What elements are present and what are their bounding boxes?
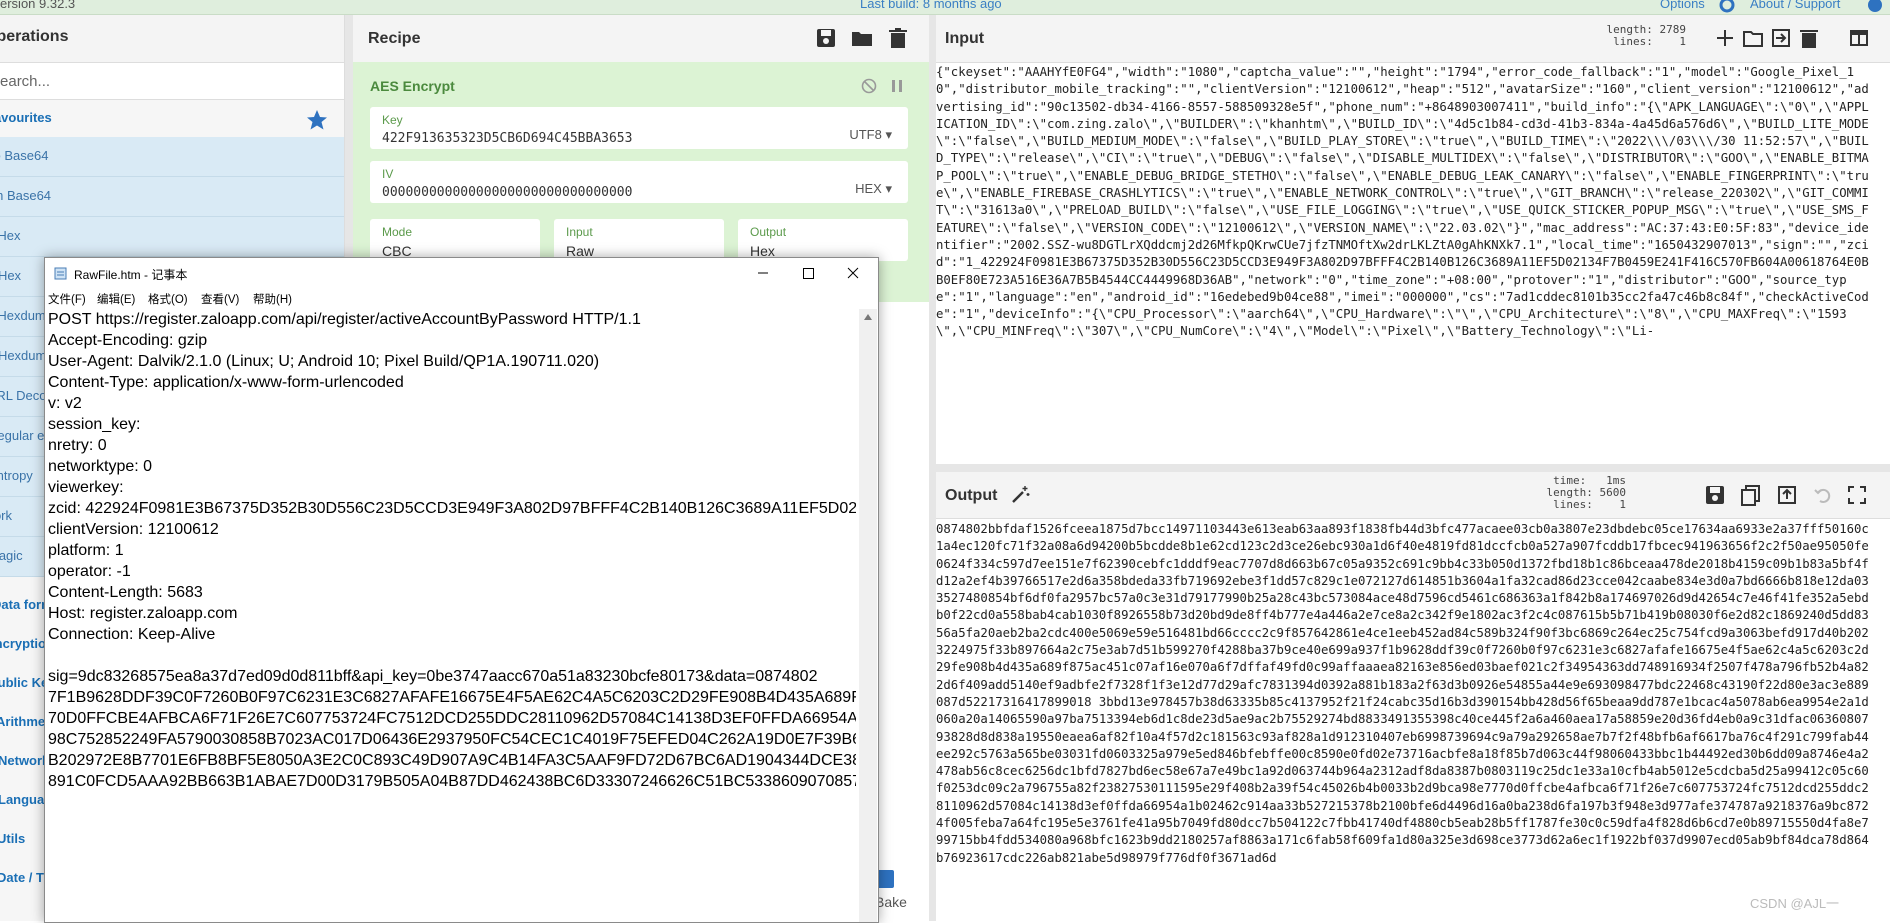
input-format-label: Input (566, 225, 593, 239)
input-title: Input (945, 30, 985, 47)
save-icon[interactable] (815, 27, 837, 49)
about-link[interactable]: About / Support (1750, 0, 1840, 11)
io-divider[interactable] (936, 464, 1890, 472)
output-header: Output time: 1ms length: 5600 lines: 1 (936, 472, 1890, 519)
notepad-title: RawFile.htm - 记事本 (74, 268, 188, 282)
gear-icon[interactable] (1718, 0, 1736, 14)
input-stats: length: 2789 lines: 1 (1606, 23, 1686, 48)
chevron-down-icon: ▾ (885, 181, 892, 196)
category-favourites[interactable]: Favourites (0, 99, 344, 137)
menu-help[interactable]: 帮助(H) (253, 291, 292, 307)
minimize-icon (758, 272, 768, 274)
operation-label: Entropy (0, 468, 33, 483)
trash-icon[interactable] (887, 27, 909, 49)
magic-wand-icon[interactable] (1010, 485, 1030, 505)
watermark: CSDN @AJL一 (1750, 896, 1840, 911)
operations-title: Operations (0, 28, 69, 45)
iv-value: 00000000000000000000000000000000 (382, 185, 633, 200)
mode-field[interactable]: Mode CBC (370, 219, 540, 261)
mode-label: Mode (382, 225, 413, 239)
input-panel: Input length: 2789 lines: 1 {"ckeyset":"… (936, 15, 1890, 464)
menu-file[interactable]: 文件(F) (48, 291, 86, 307)
help-icon[interactable] (1866, 0, 1884, 14)
minimize-button[interactable] (741, 258, 785, 288)
operation-label: Fork (0, 508, 12, 523)
version-text: ersion 9.32.3 (0, 0, 76, 11)
operation-label: From Hex (0, 268, 22, 283)
maximize-window-icon (803, 268, 814, 279)
output-stats: time: 1ms length: 5600 lines: 1 (1546, 474, 1626, 511)
star-icon[interactable] (305, 108, 329, 132)
output-title: Output (945, 487, 998, 504)
notepad-scrollbar[interactable] (859, 309, 877, 922)
notepad-app-icon (54, 267, 67, 280)
menu-format[interactable]: 格式(O) (148, 291, 188, 307)
operation-title: AES Encrypt (370, 78, 455, 94)
maximize-button[interactable] (786, 258, 830, 288)
key-encoding-value: UTF8 (849, 127, 882, 142)
pane-gutter[interactable] (929, 15, 936, 921)
operation-label: To Base64 (0, 148, 49, 163)
notepad-window: RawFile.htm - 记事本 文件(F) 编辑(E) 格式(O) 查看(V… (44, 257, 879, 923)
output-textarea[interactable]: 0874802bbfdaf1526fceea1875d7bcc149711034… (936, 521, 1876, 921)
key-label: Key (382, 113, 403, 127)
bake-button[interactable]: Bake (872, 868, 928, 921)
last-build-text: Last build: 8 months ago (860, 0, 1002, 11)
category-label: Favourites (0, 110, 52, 125)
operation-label: From Base64 (0, 188, 52, 203)
chevron-down-icon: ▾ (885, 127, 892, 142)
input-header: Input length: 2789 lines: 1 (936, 15, 1890, 63)
iv-field[interactable]: IV 00000000000000000000000000000000 HEX … (370, 161, 908, 203)
options-link[interactable]: Options (1660, 0, 1705, 11)
operation-label: To Hex (0, 228, 21, 243)
bake-label: Bake (875, 894, 907, 910)
recipe-title: Recipe (368, 30, 421, 47)
copy-icon[interactable] (1740, 484, 1762, 506)
notepad-menubar: 文件(F) 编辑(E) 格式(O) 查看(V) 帮助(H) (45, 288, 878, 308)
key-field[interactable]: Key 422F913635323D5CB6D694C45BBA3653 UTF… (370, 107, 908, 149)
output-panel: Output time: 1ms length: 5600 lines: 1 0… (936, 472, 1890, 921)
top-banner: ersion 9.32.3 Last build: 8 months ago O… (0, 0, 1890, 15)
operation-item[interactable]: To Base64 (0, 137, 344, 177)
category-label: Utils (0, 831, 26, 846)
key-encoding-dropdown[interactable]: UTF8 ▾ (849, 127, 892, 143)
iv-encoding-dropdown[interactable]: HEX ▾ (855, 181, 892, 197)
input-format-field[interactable]: Input Raw (554, 219, 724, 261)
operations-search-input[interactable] (0, 63, 344, 100)
folder-icon[interactable] (851, 27, 873, 49)
iv-encoding-value: HEX (855, 181, 882, 196)
open-folder-icon[interactable] (1742, 27, 1764, 49)
operation-item[interactable]: To Hex (0, 217, 344, 257)
disable-icon[interactable] (861, 78, 877, 94)
undo-icon[interactable] (1812, 484, 1834, 506)
key-value: 422F913635323D5CB6D694C45BBA3653 (382, 131, 633, 146)
replace-input-icon[interactable] (1776, 484, 1798, 506)
operation-item[interactable]: From Base64 (0, 177, 344, 217)
pause-icon[interactable] (890, 78, 904, 94)
input-textarea[interactable]: {"ckeyset":"AAAHYfE0FG4","width":"1080",… (936, 64, 1876, 464)
menu-view[interactable]: 查看(V) (201, 291, 239, 307)
save-output-icon[interactable] (1704, 484, 1726, 506)
output-format-field[interactable]: Output Hex (738, 219, 908, 261)
operation-label: Magic (0, 548, 23, 563)
clear-input-icon[interactable] (1798, 27, 1820, 49)
maximize-icon[interactable] (1846, 484, 1868, 506)
menu-edit[interactable]: 编辑(E) (97, 291, 135, 307)
close-button[interactable] (831, 258, 875, 288)
close-icon (847, 267, 859, 279)
iv-label: IV (382, 167, 394, 181)
open-file-icon[interactable] (1770, 27, 1792, 49)
layout-icon[interactable] (1848, 27, 1870, 49)
operations-header: Operations (0, 15, 344, 63)
scroll-up-icon[interactable] (863, 313, 873, 321)
notepad-titlebar[interactable]: RawFile.htm - 记事本 (45, 258, 878, 288)
add-tab-icon[interactable] (1714, 27, 1736, 49)
notepad-text-area[interactable]: POST https://register.zaloapp.com/api/re… (48, 309, 856, 922)
output-format-label: Output (750, 225, 787, 239)
recipe-header: Recipe (353, 15, 929, 63)
